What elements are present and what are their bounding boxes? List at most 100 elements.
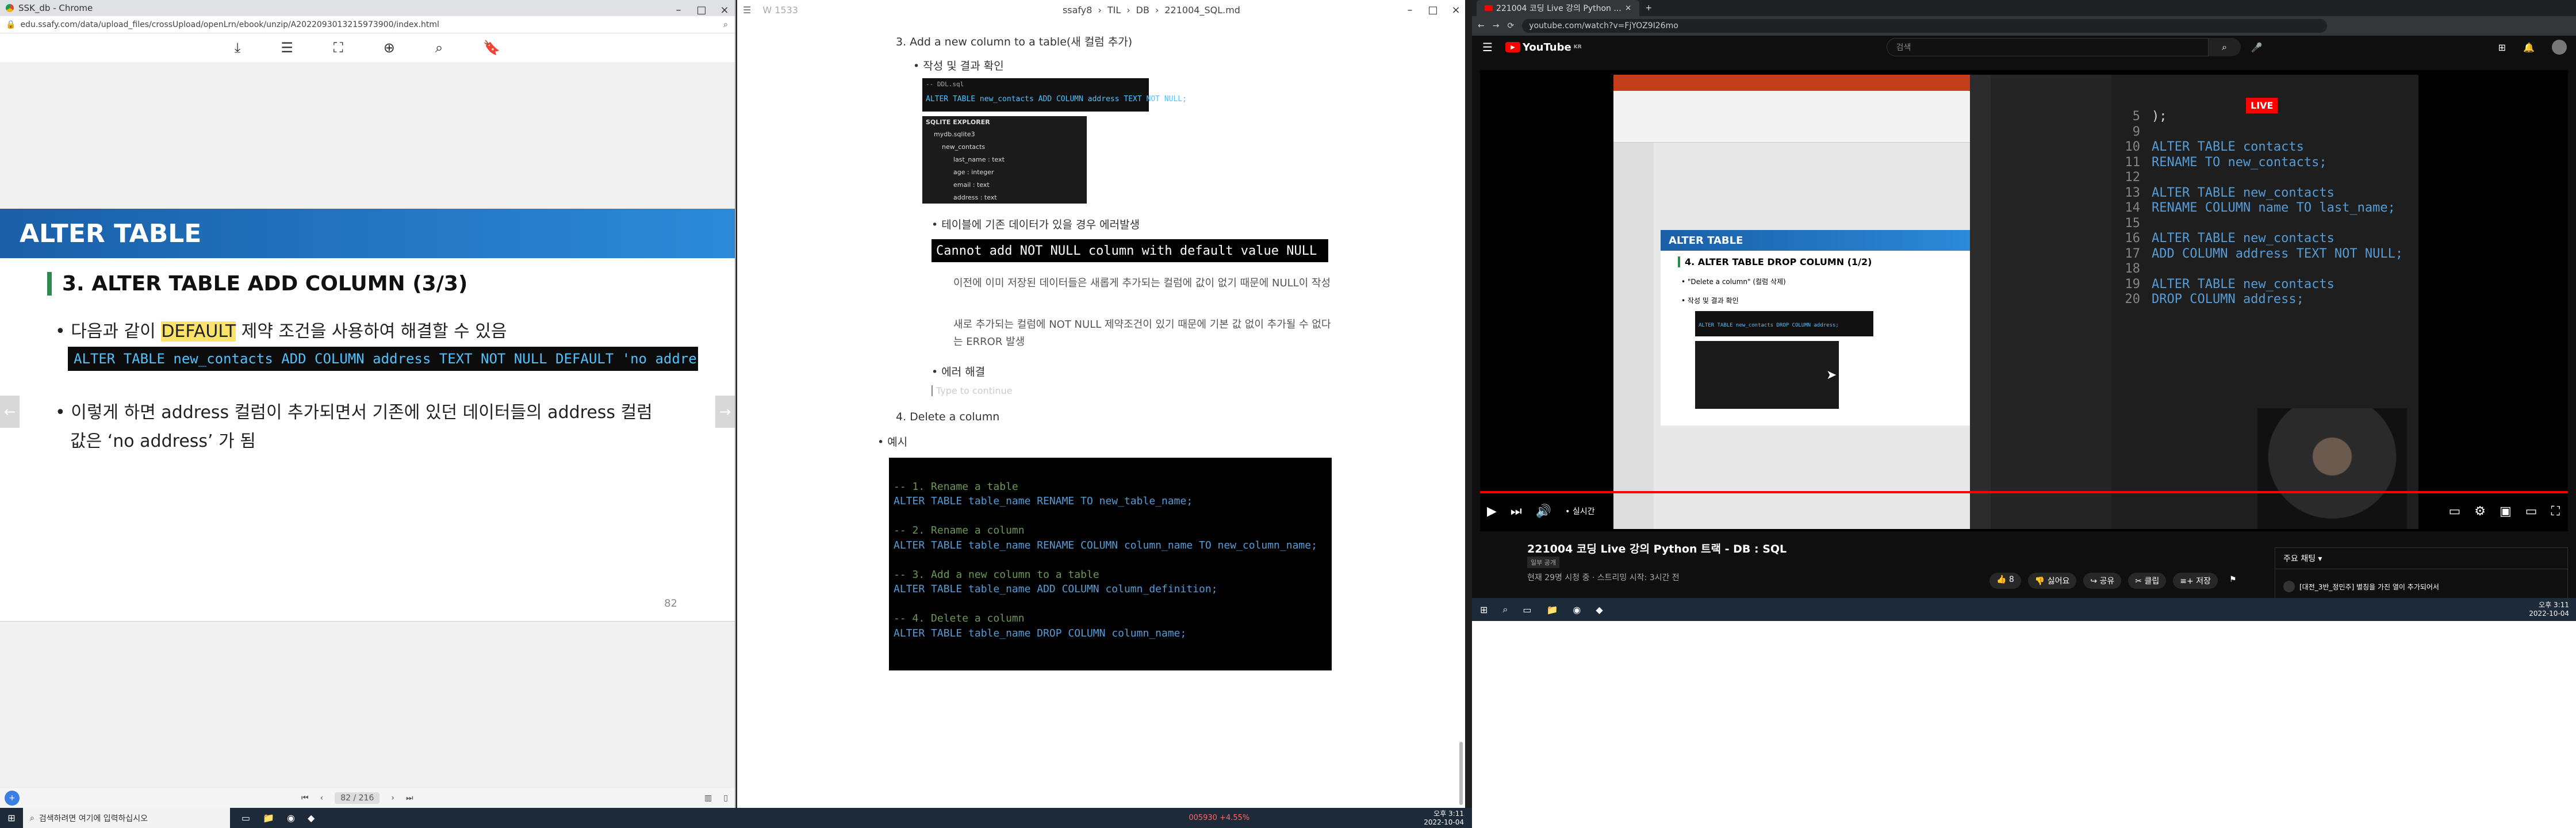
chat-message-text: [대전_3반_정민주] 별칭을 가진 열이 추가되어서 (2299, 582, 2439, 591)
mic-icon[interactable]: 🎤 (2251, 42, 2263, 53)
md-minimize-button[interactable]: – (1398, 0, 1421, 20)
reload-icon[interactable]: ⟳ (1507, 21, 1514, 30)
youtube-favicon-icon (1485, 5, 1493, 11)
vscode-icon[interactable]: ◆ (1596, 604, 1603, 615)
yt-search-input[interactable]: 검색 (1886, 38, 2209, 56)
stock-widget[interactable]: 005930 +4.55% (1189, 814, 1249, 822)
forward-icon[interactable]: → (1493, 21, 1500, 30)
yt-search-button[interactable]: ⌕ (2208, 38, 2241, 56)
address-bar[interactable]: 🔒 edu.ssafy.com/data/upload_files/crossU… (0, 16, 735, 33)
md-close-button[interactable]: × (1444, 0, 1465, 20)
next-page-button[interactable]: → (715, 396, 735, 428)
hamburger-icon[interactable]: ☰ (1482, 40, 1493, 54)
md-maximize-button[interactable]: □ (1421, 0, 1444, 20)
add-icon[interactable]: + (5, 791, 20, 806)
breadcrumb-0[interactable]: ssafy8 (1063, 5, 1092, 16)
breadcrumb-1[interactable]: TIL (1107, 5, 1121, 16)
explorer-icon[interactable]: 📁 (263, 812, 274, 823)
new-tab-button[interactable]: + (1645, 3, 1652, 13)
settings-icon[interactable]: ⚙ (2474, 504, 2486, 519)
vs-line-text: RENAME COLUMN name TO last_name; (2152, 201, 2395, 215)
chat-title: 주요 채팅 (2283, 554, 2316, 564)
vs-line: 19 ALTER TABLE new_contacts (2114, 277, 2413, 293)
vscode-editor: 5); 9 10 ALTER TABLE contacts 11 RENAME TO… (2114, 109, 2413, 308)
last-page-icon[interactable]: ⏭ (406, 793, 413, 803)
cursor-icon: ➤ (1826, 368, 1837, 382)
vs-line-number: 9 (2132, 124, 2140, 139)
create-icon[interactable]: ⊞ (2498, 42, 2506, 53)
md-scrollbar[interactable] (1459, 742, 1463, 805)
like-button[interactable]: 👍 8 (1989, 573, 2021, 589)
view-icon[interactable]: ▥ (704, 793, 712, 803)
breadcrumb-2[interactable]: DB (1136, 5, 1149, 16)
fullscreen-icon[interactable]: ⛶ (334, 40, 343, 56)
bookmark-icon[interactable]: 🔖 (483, 40, 500, 56)
save-button[interactable]: ≡+ 저장 (2173, 573, 2218, 589)
yt-url[interactable]: youtube.com/watch?v=FjYOZ9I26mo (1522, 19, 2328, 33)
vs-line-text: DROP COLUMN address; (2152, 292, 2304, 306)
youtube-logo-region: KR (1573, 44, 1582, 50)
chrome-icon[interactable]: ◉ (1573, 604, 1581, 615)
subtitles-icon[interactable]: ▭ (2448, 504, 2460, 519)
next-icon[interactable]: › (391, 793, 394, 803)
vscode-icon[interactable]: ◆ (308, 812, 315, 823)
start-icon[interactable]: ⊞ (0, 812, 23, 823)
miniplayer-icon[interactable]: ▣ (2500, 504, 2512, 519)
zoom-in-icon[interactable]: ⊕ (384, 40, 395, 56)
clip-button[interactable]: ✂ 클립 (2128, 573, 2167, 589)
search-icon[interactable]: ⌕ (723, 20, 728, 29)
volume-icon[interactable]: 🔊 (1536, 504, 1551, 519)
close-button[interactable]: × (713, 0, 735, 20)
ppt-thumbs (1613, 143, 1654, 529)
search-icon[interactable]: ⌕ (435, 40, 443, 56)
vs-line-number: 14 (2125, 201, 2141, 215)
vs-line: 12 (2114, 170, 2413, 186)
youtube-logo[interactable]: ▶ YouTube KR (1505, 41, 1582, 53)
list-icon[interactable]: ☰ (281, 40, 293, 56)
prev-icon[interactable]: ‹ (320, 793, 324, 803)
explorer-item-4: email : text (953, 181, 990, 189)
figure-1: -- DDL.sql ALTER TABLE new_contacts ADD … (922, 78, 1187, 112)
chrome-icon[interactable]: ◉ (287, 812, 295, 823)
explorer-icon[interactable]: 📁 (1547, 604, 1558, 615)
markdown-window: ☰ W 1533 ssafy8 › TIL › DB › 221004_SQL.md … (737, 0, 1465, 808)
report-icon[interactable]: ⚑ (2225, 573, 2241, 589)
maximize-button[interactable]: □ (690, 0, 713, 20)
vs-line-text: RENAME TO new_contacts; (2152, 155, 2327, 170)
video-progress-bar[interactable] (1480, 491, 2568, 493)
play-icon[interactable]: ▶ (1487, 504, 1497, 519)
first-page-icon[interactable]: ⏮ (301, 793, 309, 803)
breadcrumb-3[interactable]: 221004_SQL.md (1164, 5, 1240, 16)
task-view-icon[interactable]: ▭ (241, 812, 250, 823)
avatar[interactable] (2552, 40, 2567, 55)
dislike-button[interactable]: 👎 싫어요 (2027, 573, 2077, 589)
explorer-item-2: last_name : text (953, 156, 1005, 163)
video-player[interactable]: ALTER TABLE 4. ALTER TABLE DROP COLUMN (… (1480, 70, 2568, 531)
chat-header[interactable]: 주요 채팅 ▾ (2275, 548, 2567, 569)
minimize-button[interactable]: – (667, 0, 690, 20)
yt-tab[interactable]: 221004 코딩 Live 강의 Python ... × (1477, 0, 1640, 16)
download-icon[interactable]: ⤓ (235, 40, 241, 56)
next-icon[interactable]: ⏭ (1511, 504, 1522, 519)
taskbar-search-input[interactable]: ⌕ 검색하려면 여기에 입력하십시오 (23, 808, 230, 828)
fullscreen-icon[interactable]: ⛶ (2551, 504, 2560, 519)
vs-line-number: 17 (2125, 246, 2141, 261)
bullet-error-text: 테이블에 기존 데이터가 있을 경우 에러발생 (941, 218, 1140, 231)
share-button[interactable]: ↪ 공유 (2083, 573, 2122, 589)
layout-icon[interactable]: ▯ (723, 793, 728, 803)
vs-line-text: ALTER TABLE new_contacts (2152, 231, 2334, 246)
vs-line: 17 ADD COLUMN address TEXT NOT NULL; (2114, 247, 2413, 262)
prev-page-button[interactable]: ← (0, 396, 20, 428)
search-icon[interactable]: ⌕ (1502, 604, 1508, 615)
editor-placeholder[interactable]: Type to continue (931, 385, 1013, 396)
task-view-icon[interactable]: ▭ (1523, 604, 1531, 615)
back-icon[interactable]: ← (1478, 21, 1485, 30)
yt-tab-title: 221004 코딩 Live 강의 Python ... (1496, 4, 1621, 13)
notifications-icon[interactable]: 🔔 (2523, 42, 2535, 53)
menu-icon[interactable]: ☰ (743, 5, 751, 16)
bullet-1-pre: 다음과 같이 (71, 321, 162, 342)
vs-line: 14 RENAME COLUMN name TO last_name; (2114, 201, 2413, 216)
theater-icon[interactable]: ▭ (2525, 504, 2537, 519)
start-icon[interactable]: ⊞ (1480, 604, 1488, 615)
